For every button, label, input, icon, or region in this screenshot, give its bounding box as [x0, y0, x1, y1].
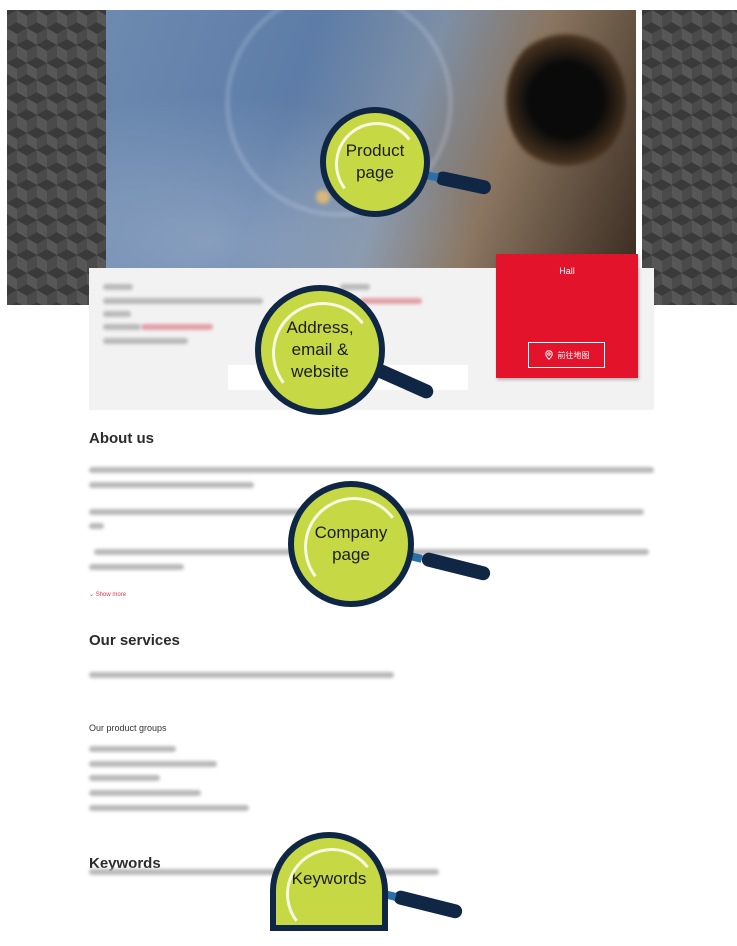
magnifier-handle [420, 551, 492, 582]
about-text-blurred [89, 482, 254, 488]
product-group-item-blurred [89, 775, 160, 781]
address-label-blurred [103, 284, 133, 290]
hall-box: Hall 前往地图 [496, 254, 638, 378]
services-text-blurred [89, 672, 394, 678]
go-to-map-label: 前往地图 [557, 350, 590, 360]
website-link-blurred[interactable] [141, 324, 213, 330]
decorative-pattern-right [642, 10, 737, 305]
about-text-blurred [89, 564, 184, 570]
about-us-heading: About us [89, 430, 154, 447]
keywords-text-blurred [89, 869, 439, 875]
our-services-heading: Our services [89, 632, 180, 649]
show-more-label: Show more [95, 592, 127, 598]
product-group-item-blurred [89, 805, 249, 811]
address-line-blurred [103, 311, 131, 317]
address-line-blurred [103, 324, 141, 330]
phone-line-blurred [103, 338, 188, 344]
product-groups-heading: Our product groups [89, 723, 167, 733]
about-text-blurred [89, 523, 104, 529]
product-group-item-blurred [89, 790, 201, 796]
go-to-map-button[interactable]: 前往地图 [528, 342, 605, 368]
about-text-blurred [89, 467, 654, 473]
decorative-pattern-left [7, 10, 107, 305]
magnifier-handle [392, 889, 464, 920]
show-more-link[interactable]: ⌄ Show more [89, 591, 126, 598]
address-line-blurred [103, 298, 263, 304]
product-group-item-blurred [89, 761, 217, 767]
chevron-down-icon: ⌄ [89, 592, 95, 598]
email-link-blurred[interactable] [360, 298, 422, 304]
product-group-item-blurred [89, 746, 176, 752]
hall-label: Hall [559, 266, 575, 276]
location-pin-icon [544, 350, 553, 360]
